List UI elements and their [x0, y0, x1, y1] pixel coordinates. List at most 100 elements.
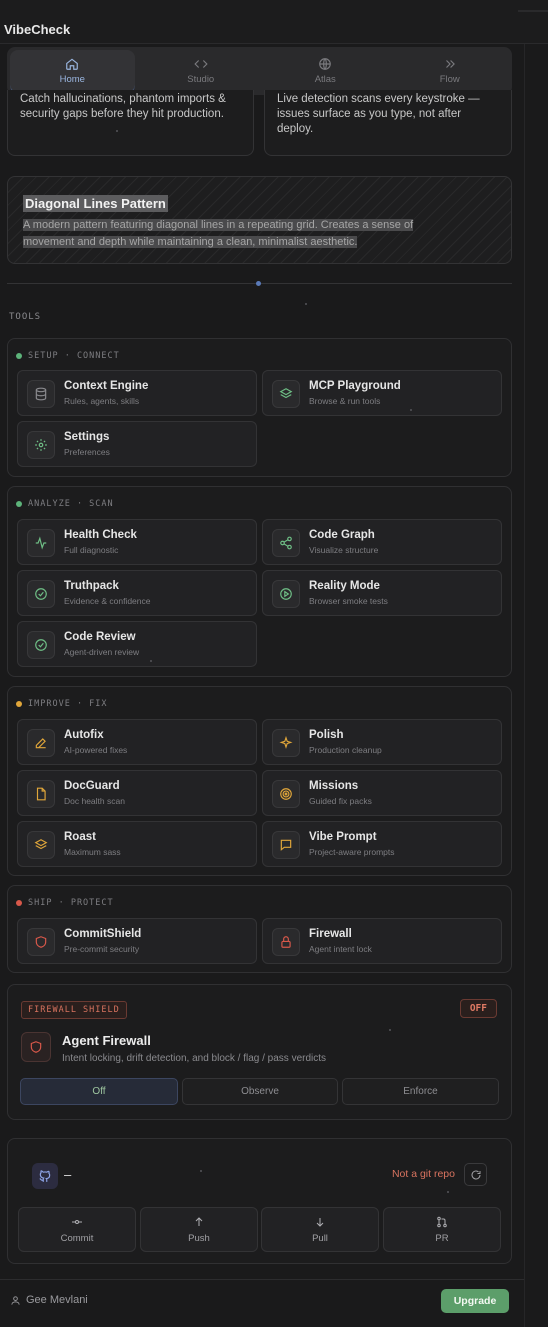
- section-label: SHIP · PROTECT: [28, 898, 114, 908]
- message-icon: [272, 831, 300, 859]
- tool-settings[interactable]: Settings Preferences: [17, 421, 257, 467]
- mode-enforce-button[interactable]: Enforce: [342, 1078, 499, 1105]
- nav-home[interactable]: Home: [10, 50, 135, 93]
- git-repo-name: –: [64, 1167, 72, 1182]
- tool-subtitle: Pre-commit security: [64, 944, 140, 954]
- globe-icon: [319, 58, 332, 70]
- gear-icon: [27, 431, 55, 459]
- git-pull-button[interactable]: Pull: [261, 1207, 379, 1252]
- sparkles-icon: [272, 729, 300, 757]
- tool-name: CommitShield: [64, 928, 142, 940]
- background-speck: [116, 130, 118, 132]
- scrollbar-track[interactable]: [524, 44, 525, 1327]
- status-dot: [16, 900, 22, 906]
- tool-commitshield[interactable]: CommitShield Pre-commit security: [17, 918, 257, 964]
- main-nav: Home Studio Atlas Flow: [7, 47, 512, 95]
- firewall-title: Agent Firewall: [62, 1033, 151, 1048]
- section-label: ANALYZE · SCAN: [28, 499, 114, 509]
- nav-atlas[interactable]: Atlas: [263, 47, 388, 95]
- tool-health-check[interactable]: Health Check Full diagnostic: [17, 519, 257, 565]
- section-label: SETUP · CONNECT: [28, 351, 120, 361]
- tool-missions[interactable]: Missions Guided fix packs: [262, 770, 502, 816]
- app-title: VibeCheck: [4, 22, 71, 37]
- section-header: SHIP · PROTECT: [16, 898, 114, 908]
- check-circle-icon: [27, 631, 55, 659]
- status-dot: [16, 701, 22, 707]
- footer: Gee Mevlani Upgrade: [0, 1279, 524, 1327]
- nav-studio[interactable]: Studio: [139, 47, 264, 95]
- file-icon: [27, 780, 55, 808]
- pattern-description-text: A modern pattern featuring diagonal line…: [23, 219, 414, 248]
- background-speck: [200, 1170, 202, 1172]
- title-bar-edge: [518, 10, 548, 12]
- share-icon: [272, 529, 300, 557]
- user-profile[interactable]: Gee Mevlani: [10, 1294, 88, 1306]
- tool-subtitle: Rules, agents, skills: [64, 396, 140, 406]
- git-action-label: Commit: [60, 1232, 94, 1244]
- tool-subtitle: Doc health scan: [64, 796, 125, 806]
- tool-firewall[interactable]: Firewall Agent intent lock: [262, 918, 502, 964]
- nav-flow-label: Flow: [439, 74, 460, 85]
- tool-code-graph[interactable]: Code Graph Visualize structure: [262, 519, 502, 565]
- user-name: Gee Mevlani: [26, 1294, 88, 1306]
- tool-name: Code Review: [64, 631, 136, 643]
- refresh-button[interactable]: [464, 1163, 487, 1186]
- tool-subtitle: Visualize structure: [309, 545, 379, 555]
- tool-subtitle: Browse & run tools: [309, 396, 381, 406]
- git-panel: – Not a git repo Commit Push Pull PR: [7, 1138, 512, 1264]
- tool-name: Truthpack: [64, 580, 119, 592]
- tool-roast[interactable]: Roast Maximum sass: [17, 821, 257, 867]
- nav-home-label: Home: [59, 74, 85, 85]
- section-header: IMPROVE · FIX: [16, 699, 108, 709]
- shield-icon: [27, 928, 55, 956]
- divider-handle[interactable]: [256, 281, 261, 286]
- git-action-label: Pull: [312, 1232, 328, 1244]
- home-icon: [66, 58, 79, 70]
- database-icon: [27, 380, 55, 408]
- feature-card-hallucinations: Catch hallucinations, phantom imports & …: [7, 90, 254, 156]
- tool-mcp-playground[interactable]: MCP Playground Browse & run tools: [262, 370, 502, 416]
- tool-name: Code Graph: [309, 529, 375, 541]
- feature-card-text: Live detection scans every keystroke — i…: [277, 93, 480, 135]
- mode-observe-button[interactable]: Observe: [182, 1078, 338, 1105]
- section-improve: IMPROVE · FIX Autofix AI-powered fixes P…: [7, 686, 512, 876]
- tool-context-engine[interactable]: Context Engine Rules, agents, skills: [17, 370, 257, 416]
- git-commit-button[interactable]: Commit: [18, 1207, 136, 1252]
- firewall-panel: FIREWALL SHIELD OFF Agent Firewall Inten…: [7, 984, 512, 1120]
- tool-polish[interactable]: Polish Production cleanup: [262, 719, 502, 765]
- tool-name: Polish: [309, 729, 344, 741]
- git-action-label: PR: [435, 1232, 449, 1244]
- section-label: IMPROVE · FIX: [28, 699, 108, 709]
- tool-name: Vibe Prompt: [309, 831, 377, 843]
- background-speck: [150, 660, 152, 662]
- tool-reality-mode[interactable]: Reality Mode Browser smoke tests: [262, 570, 502, 616]
- code-icon: [194, 60, 208, 68]
- firewall-status-badge[interactable]: OFF: [459, 999, 497, 1018]
- tool-code-review[interactable]: Code Review Agent-driven review: [17, 621, 257, 667]
- tool-subtitle: AI-powered fixes: [64, 745, 128, 755]
- tool-subtitle: Agent intent lock: [309, 944, 372, 954]
- git-pr-button[interactable]: PR: [383, 1207, 501, 1252]
- git-status: Not a git repo: [391, 1168, 455, 1180]
- tool-truthpack[interactable]: Truthpack Evidence & confidence: [17, 570, 257, 616]
- tool-subtitle: Maximum sass: [64, 847, 121, 857]
- target-icon: [272, 780, 300, 808]
- nav-flow[interactable]: Flow: [388, 47, 513, 95]
- github-icon: [32, 1163, 58, 1189]
- title-bar: VibeCheck: [0, 0, 548, 44]
- tool-docguard[interactable]: DocGuard Doc health scan: [17, 770, 257, 816]
- tool-autofix[interactable]: Autofix AI-powered fixes: [17, 719, 257, 765]
- layers-icon: [272, 380, 300, 408]
- tool-name: Reality Mode: [309, 580, 380, 592]
- status-dot: [16, 353, 22, 359]
- git-push-button[interactable]: Push: [140, 1207, 258, 1252]
- upgrade-button[interactable]: Upgrade: [441, 1289, 509, 1313]
- mode-off-button[interactable]: Off: [20, 1078, 178, 1105]
- tool-name: Autofix: [64, 729, 104, 741]
- tool-name: Missions: [309, 780, 359, 792]
- tool-subtitle: Browser smoke tests: [309, 596, 388, 606]
- tool-vibe-prompt[interactable]: Vibe Prompt Project-aware prompts: [262, 821, 502, 867]
- pattern-card: Diagonal Lines Pattern A modern pattern …: [7, 176, 512, 264]
- section-ship: SHIP · PROTECT CommitShield Pre-commit s…: [7, 885, 512, 973]
- background-speck: [305, 303, 307, 305]
